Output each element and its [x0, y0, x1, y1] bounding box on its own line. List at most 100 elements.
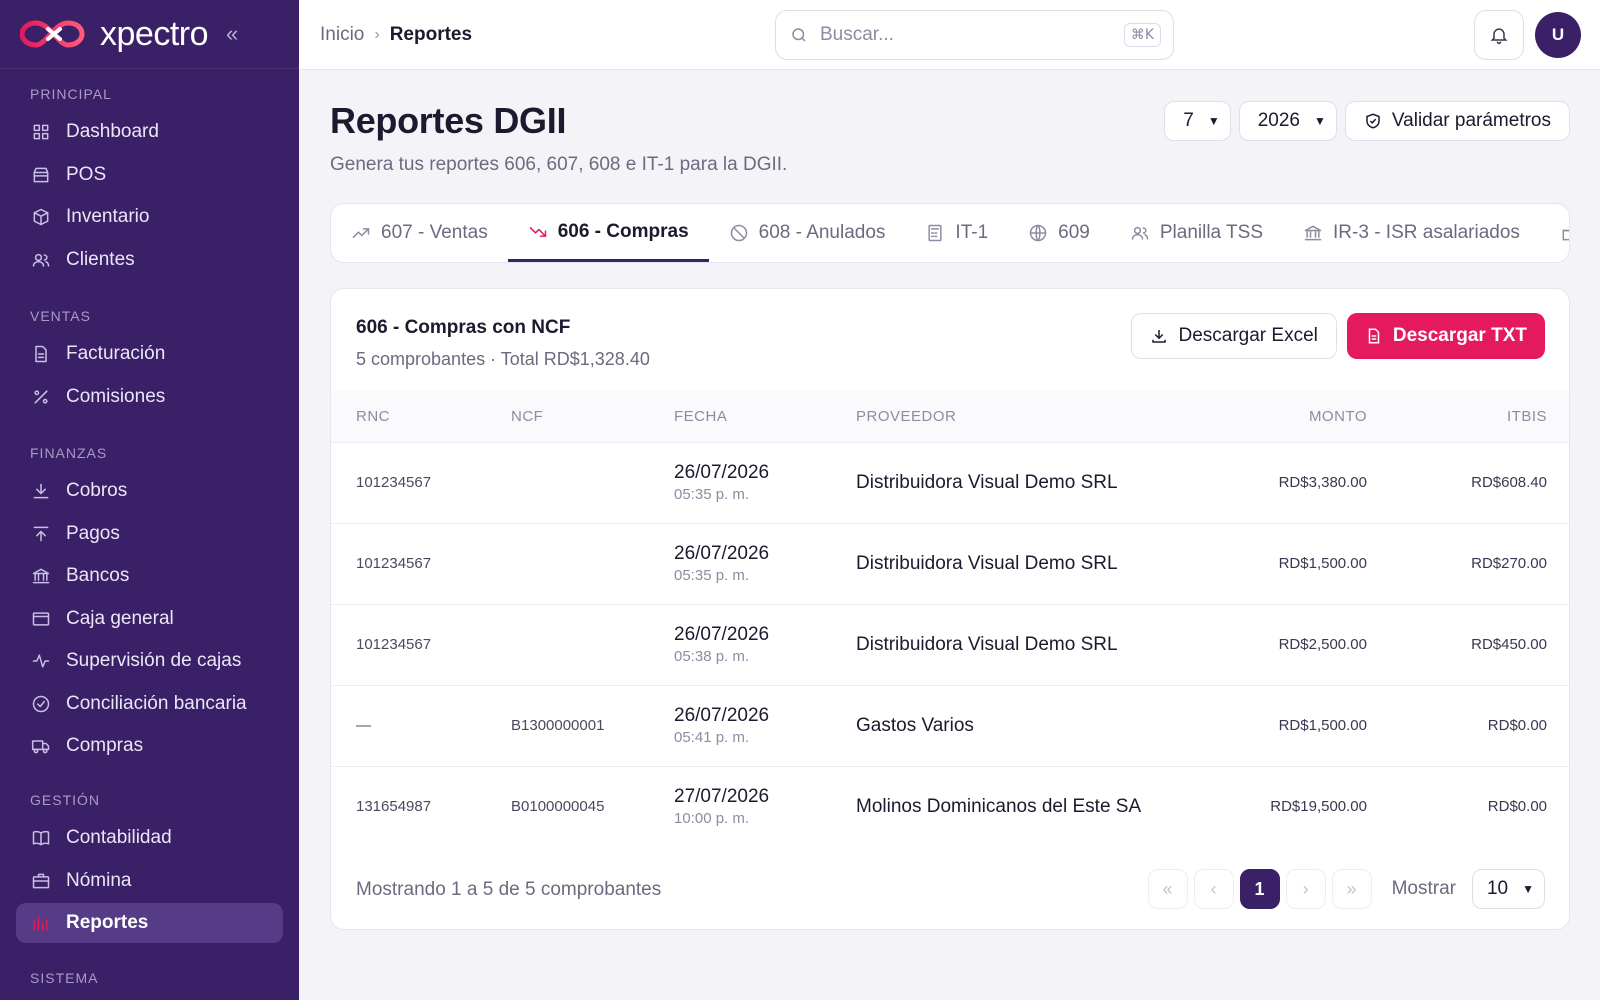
col-itbis[interactable]: ITBIS [1391, 391, 1569, 443]
prev-page-button[interactable]: ‹ [1193, 869, 1234, 909]
nav-icon [30, 249, 52, 271]
cell-time: 05:35 p. m. [674, 567, 750, 584]
sidebar-item-supervisión-de-cajas[interactable]: Supervisión de cajas [16, 641, 283, 681]
table-row[interactable]: 101234567 26/07/2026 05:38 p. m. Distribuid… [331, 604, 1569, 685]
cell-date: 26/07/2026 [674, 462, 770, 483]
sidebar-item-clientes[interactable]: Clientes [16, 240, 283, 280]
report-card: 606 - Compras con NCF 5 comprobantes · T… [330, 288, 1570, 930]
table-row[interactable]: — B1300000001 26/07/2026 05:41 p. m. Gastos … [331, 685, 1569, 766]
sidebar-item-cobros[interactable]: Cobros [16, 471, 283, 511]
tab-1[interactable]: 606 - Compras [507, 204, 709, 262]
sidebar-item-label: Contabilidad [66, 827, 172, 848]
tab-0[interactable]: 607 - Ventas [351, 204, 508, 262]
download-excel-button[interactable]: Descargar Excel [1131, 313, 1337, 359]
month-select[interactable]: 7 ▼ [1164, 101, 1231, 141]
bell-icon [1490, 28, 1508, 45]
activity-icon [32, 654, 50, 668]
sidebar-item-pagos[interactable]: Pagos [16, 514, 283, 554]
col-monto[interactable]: MONTO [1191, 391, 1391, 443]
notifications-button[interactable] [1474, 10, 1524, 60]
sidebar-item-conciliación-bancaria[interactable]: Conciliación bancaria [16, 684, 283, 724]
tab-2[interactable]: 608 - Anulados [709, 204, 906, 262]
avatar[interactable]: U [1535, 12, 1581, 58]
sidebar-item-reportes[interactable]: Reportes [16, 903, 283, 943]
nav-section: PRINCIPAL Dashboard POS Inventario Clientes [0, 84, 299, 282]
sidebar-item-comisiones[interactable]: Comisiones [16, 377, 283, 417]
cell-fecha: 26/07/2026 05:35 p. m. [649, 442, 831, 523]
sidebar-item-bancos[interactable]: Bancos [16, 556, 283, 596]
page-size-label: Mostrar [1391, 878, 1456, 899]
grid-icon [33, 124, 49, 140]
cell-date: 26/07/2026 [674, 705, 770, 726]
nav-heading: VENTAS [30, 308, 91, 324]
report-tabs: 607 - Ventas 606 - Compras 608 - Anulados I… [330, 203, 1570, 263]
sidebar-item-label: Facturación [66, 343, 166, 364]
ban-icon [730, 224, 747, 242]
sidebar-item-contabilidad[interactable]: Contabilidad [16, 818, 283, 858]
download-icon [33, 483, 49, 499]
year-select[interactable]: 2026 ▼ [1238, 101, 1337, 141]
search-input[interactable]: Buscar... [820, 24, 1124, 46]
sidebar-item-inventario[interactable]: Inventario [16, 197, 283, 237]
brand: xpectro « [0, 0, 299, 69]
tab-5[interactable]: Planilla TSS [1110, 204, 1283, 262]
sidebar-item-dashboard[interactable]: Dashboard [16, 112, 283, 152]
cell-ncf: B1300000001 [511, 717, 605, 734]
next-page-button[interactable]: › [1285, 869, 1326, 909]
col-fecha[interactable]: FECHA [649, 391, 831, 443]
cell-monto: RD$1,500.00 [1278, 555, 1367, 572]
table-row[interactable]: 101234567 26/07/2026 05:35 p. m. Distribuid… [331, 523, 1569, 604]
validate-parameters-button[interactable]: Validar parámetros [1344, 101, 1570, 141]
month-value: 7 [1183, 110, 1194, 131]
chevron-down-icon: ▼ [1522, 882, 1534, 896]
globe-icon [1029, 224, 1047, 242]
sidebar-item-caja-general[interactable]: Caja general [16, 599, 283, 639]
page-size-select[interactable]: 10 ▼ [1471, 869, 1545, 909]
cell-rnc: 101234567 [356, 636, 432, 653]
collapse-sidebar-icon[interactable]: « [226, 21, 238, 47]
table-row[interactable]: 131654987 B0100000045 27/07/2026 10:00 p. m… [331, 766, 1569, 847]
trending-up-icon [352, 228, 370, 238]
cell-time: 05:38 p. m. [674, 648, 750, 665]
sidebar-item-pos[interactable]: POS [16, 155, 283, 195]
nav-section: FINANZAS Cobros Pagos Bancos Caja general Sup… [0, 443, 299, 769]
sidebar-item-nómina[interactable]: Nómina [16, 861, 283, 901]
sidebar-item-facturación[interactable]: Facturación [16, 334, 283, 374]
chevron-right-icon: › [1302, 878, 1309, 899]
nav-icon [30, 608, 52, 630]
tab-label: Planilla TSS [1159, 222, 1264, 243]
sidebar-item-label: Dashboard [66, 121, 159, 142]
search-box[interactable]: Buscar... ⌘K [775, 10, 1174, 60]
tab-3[interactable]: IT-1 [905, 204, 1008, 262]
sidebar-item-label: Inventario [66, 206, 150, 227]
col-ncf[interactable]: NCF [486, 391, 649, 443]
nav-heading: PRINCIPAL [30, 86, 112, 102]
trending-down-icon [529, 226, 546, 237]
sidebar-item-compras[interactable]: Compras [16, 726, 283, 766]
chevron-left-icon: ‹ [1210, 878, 1217, 899]
download-txt-button[interactable]: Descargar TXT [1346, 313, 1545, 359]
table-row[interactable]: 101234567 26/07/2026 05:35 p. m. Distribuid… [331, 442, 1569, 523]
breadcrumb-home[interactable]: Inicio [320, 24, 364, 46]
tab-4[interactable]: 609 [1008, 204, 1110, 262]
cell-ncf [486, 523, 649, 604]
col-proveedor[interactable]: PROVEEDOR [831, 391, 1191, 443]
last-page-button[interactable]: » [1331, 869, 1372, 909]
page-button-current[interactable]: 1 [1239, 869, 1280, 909]
tab-more[interactable] [1540, 204, 1569, 262]
sidebar-item-label: Supervisión de cajas [66, 650, 242, 671]
page-size-value: 10 [1486, 878, 1509, 899]
nav-icon [30, 206, 52, 228]
nav-section: VENTAS Facturación Comisiones [0, 306, 299, 419]
card-actions: Descargar Excel Descargar TXT [1131, 313, 1545, 359]
col-rnc[interactable]: RNC [331, 391, 486, 443]
first-page-button[interactable]: « [1147, 869, 1188, 909]
cell-ncf [486, 604, 649, 685]
tab-6[interactable]: IR-3 - ISR asalariados [1283, 204, 1540, 262]
sidebar: xpectro « PRINCIPAL Dashboard POS Inventari… [0, 0, 299, 1000]
nav-section: GESTIÓN Contabilidad Nómina Reportes [0, 790, 299, 946]
cell-itbis: RD$0.00 [1487, 717, 1547, 734]
year-value: 2026 [1257, 110, 1300, 131]
cell-time: 05:35 p. m. [674, 486, 750, 503]
sidebar-item-label: Cobros [66, 480, 128, 501]
